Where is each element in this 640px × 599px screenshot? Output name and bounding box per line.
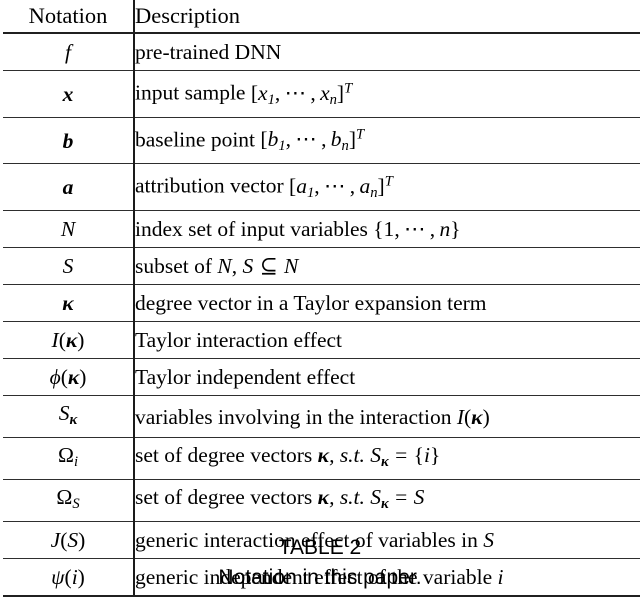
notation-cell: ϕ(κ) [3, 358, 135, 397]
description-cell: set of degree vectors κ, s.t. Sκ = {i} [134, 437, 640, 481]
description-cell: index set of input variables {1, ⋯ , n} [134, 210, 640, 249]
description-cell: variables involving in the interaction I… [134, 395, 640, 439]
description-cell: set of degree vectors κ, s.t. Sκ = S [134, 479, 640, 523]
notation-cell: N [3, 210, 135, 249]
notation-cell: a [3, 163, 135, 212]
description-cell: pre-trained DNN [134, 33, 640, 71]
table-row: I(κ) Taylor interaction effect [3, 321, 640, 360]
column-header-description: Description [134, 0, 640, 34]
caption-text: Notation in this paper. [218, 566, 422, 589]
notation-cell: b [3, 117, 135, 165]
table-row: ΩS set of degree vectors κ, s.t. Sκ = S [3, 479, 640, 523]
notation-cell: x [3, 70, 135, 118]
table-header-row: Notation Description [3, 0, 640, 34]
notation-cell: I(κ) [3, 321, 135, 360]
table-row: S subset of N, S ⊆ N [3, 247, 640, 286]
notation-table: Notation Description f pre-trained DNN x… [3, 0, 640, 598]
table-row: ϕ(κ) Taylor independent effect [3, 358, 640, 397]
description-cell: baseline point [b1, ⋯ , bn]T [134, 117, 640, 165]
notation-cell: f [3, 33, 135, 71]
table-row: Sκ variables involving in the interactio… [3, 395, 640, 439]
table-row: f pre-trained DNN [3, 33, 640, 71]
table-caption: TABLE 2 Notation in this paper. [0, 533, 640, 593]
description-cell: Taylor independent effect [134, 358, 640, 397]
description-cell: degree vector in a Taylor expansion term [134, 284, 640, 323]
notation-cell: Ωi [3, 437, 135, 481]
description-cell: attribution vector [a1, ⋯ , an]T [134, 163, 640, 212]
table-row: N index set of input variables {1, ⋯ , n… [3, 210, 640, 249]
notation-cell: ΩS [3, 479, 135, 523]
table-row: x input sample [x1, ⋯ , xn]T [3, 70, 640, 118]
description-cell: Taylor interaction effect [134, 321, 640, 360]
description-cell: subset of N, S ⊆ N [134, 247, 640, 286]
table-row: Ωi set of degree vectors κ, s.t. Sκ = {i… [3, 437, 640, 481]
description-cell: input sample [x1, ⋯ , xn]T [134, 70, 640, 118]
notation-cell: κ [3, 284, 135, 323]
table-row: b baseline point [b1, ⋯ , bn]T [3, 117, 640, 165]
table-figure: Notation Description f pre-trained DNN x… [0, 0, 640, 599]
column-header-notation: Notation [3, 0, 135, 34]
notation-cell: S [3, 247, 135, 286]
table-row: a attribution vector [a1, ⋯ , an]T [3, 163, 640, 212]
table-row: κ degree vector in a Taylor expansion te… [3, 284, 640, 323]
notation-cell: Sκ [3, 395, 135, 439]
caption-label: TABLE 2 [278, 536, 362, 559]
